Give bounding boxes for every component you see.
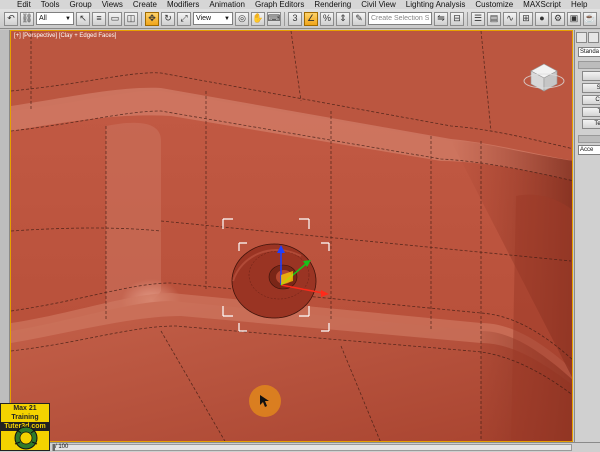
menu-group[interactable]: Group — [64, 0, 96, 9]
menu-maxscript[interactable]: MAXScript — [518, 0, 566, 9]
menu-civil-view[interactable]: Civil View — [356, 0, 401, 9]
command-panel-tabs — [575, 30, 600, 45]
percent-snap-icon[interactable]: % — [320, 11, 334, 26]
curve-editor-icon[interactable]: ∿ — [503, 11, 517, 26]
align-icon[interactable]: ⊟ — [450, 11, 464, 26]
modify-tab-icon[interactable] — [588, 32, 599, 43]
time-slider-thumb[interactable] — [53, 444, 55, 451]
viewport-label[interactable]: [+] [Perspective] [Clay + Edged Faces] — [14, 33, 116, 39]
name-color-rollout[interactable] — [578, 135, 600, 143]
chevron-down-icon: ▼ — [65, 15, 71, 22]
named-selection-sets-placeholder: Create Selection Se — [371, 15, 429, 22]
layer-manager-icon[interactable]: ☰ — [471, 11, 485, 26]
selection-filter-value: All — [39, 15, 47, 22]
time-slider-bar: / 100 — [0, 442, 600, 452]
select-link-icon[interactable]: ⛓ — [20, 11, 34, 26]
create-sphere-button[interactable]: Sp — [582, 83, 600, 93]
watermark-logo-icon — [14, 426, 38, 450]
select-manipulate-icon[interactable]: ✋ — [251, 11, 265, 26]
menu-graph-editors[interactable]: Graph Editors — [250, 0, 309, 9]
menu-tools[interactable]: Tools — [36, 0, 65, 9]
rotate-icon[interactable]: ↻ — [161, 11, 175, 26]
mirror-icon[interactable]: ⇋ — [434, 11, 448, 26]
menu-rendering[interactable]: Rendering — [309, 0, 356, 9]
menu-customize[interactable]: Customize — [470, 0, 518, 9]
create-tab-icon[interactable] — [576, 32, 587, 43]
sub-rollout-field[interactable]: Acce — [578, 145, 600, 155]
create-torus-button[interactable]: To — [582, 107, 600, 117]
time-slider[interactable]: / 100 — [52, 444, 572, 451]
menu-edit[interactable]: Edit — [12, 0, 36, 9]
menu-modifiers[interactable]: Modifiers — [162, 0, 204, 9]
schematic-view-icon[interactable]: ⊞ — [519, 11, 533, 26]
render-production-icon[interactable]: ☕ — [583, 11, 597, 26]
material-editor-icon[interactable]: ● — [535, 11, 549, 26]
torus-object[interactable] — [231, 243, 317, 319]
main-toolbar: ↶ ⛓ All ▼ ↖ ≡ ▭ ◫ ✥ ↻ ⤢ View ▼ ◎ ✋ ⌨ 3 ∠… — [0, 9, 600, 29]
named-selection-sets-input[interactable]: Create Selection Se — [368, 12, 432, 25]
create-teapot-button[interactable]: Tea — [582, 119, 600, 129]
watermark-title: Max 21 Training — [11, 405, 39, 421]
menu-lighting-analysis[interactable]: Lighting Analysis — [401, 0, 471, 9]
graphite-tools-icon[interactable]: ▤ — [487, 11, 501, 26]
perspective-viewport[interactable]: [+] [Perspective] [Clay + Edged Faces] — [10, 30, 573, 442]
reference-coord-value: View — [196, 15, 212, 22]
render-setup-icon[interactable]: ⚙ — [551, 11, 565, 26]
menu-bar: Edit Tools Group Views Create Modifiers … — [0, 0, 600, 9]
menu-create[interactable]: Create — [128, 0, 162, 9]
toolbar-divider — [141, 11, 142, 26]
menu-help[interactable]: Help — [566, 0, 592, 9]
training-watermark: Max 21 Training Tuter3d.com — [0, 403, 50, 451]
object-type-rollout[interactable] — [578, 61, 600, 69]
rect-selection-icon[interactable]: ▭ — [108, 11, 122, 26]
select-by-name-icon[interactable]: ≡ — [92, 11, 106, 26]
select-object-icon[interactable]: ↖ — [76, 11, 90, 26]
selection-filter-dropdown[interactable]: All ▼ — [36, 12, 74, 25]
frame-counter: / 100 — [55, 444, 69, 450]
toolbar-divider — [284, 11, 285, 26]
edit-named-selection-icon[interactable]: ✎ — [352, 11, 366, 26]
snaps-toggle-icon[interactable]: 3 — [288, 11, 302, 26]
create-cylinder-button[interactable]: Cyl — [582, 95, 600, 105]
mouse-cursor-highlight — [249, 385, 281, 417]
create-box-button[interactable]: B — [582, 71, 600, 81]
menu-animation[interactable]: Animation — [204, 0, 250, 9]
rendered-frame-icon[interactable]: ▣ — [567, 11, 581, 26]
right-column — [511, 194, 572, 441]
command-panel: Standa B Sp Cyl To Tea Acce — [574, 30, 600, 442]
window-crossing-icon[interactable]: ◫ — [124, 11, 138, 26]
reference-coord-dropdown[interactable]: View ▼ — [193, 12, 233, 25]
left-viewport-strip — [0, 30, 10, 442]
scale-icon[interactable]: ⤢ — [177, 11, 191, 26]
keyboard-shortcut-icon[interactable]: ⌨ — [267, 11, 281, 26]
chevron-down-icon: ▼ — [224, 15, 230, 22]
toolbar-divider — [467, 11, 468, 26]
menu-views[interactable]: Views — [97, 0, 128, 9]
spinner-snap-icon[interactable]: ⇕ — [336, 11, 350, 26]
viewport-scene — [11, 31, 572, 441]
angle-snap-icon[interactable]: ∠ — [304, 11, 318, 26]
object-type-dropdown[interactable]: Standa — [578, 47, 600, 57]
pivot-center-icon[interactable]: ◎ — [235, 11, 249, 26]
undo-icon[interactable]: ↶ — [4, 11, 18, 26]
move-icon[interactable]: ✥ — [145, 11, 159, 26]
